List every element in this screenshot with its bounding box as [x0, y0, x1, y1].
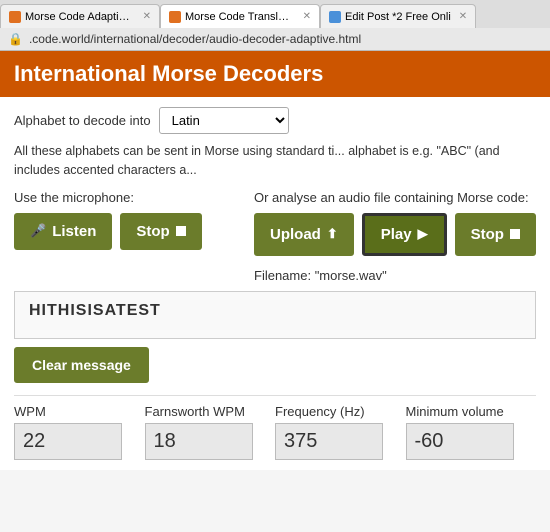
info-text: All these alphabets can be sent in Morse…: [14, 142, 536, 180]
tab-3[interactable]: Edit Post *2 Free Onli ✕: [320, 4, 476, 28]
upload-icon: ⬆: [327, 226, 338, 242]
page-header: International Morse Decoders: [0, 51, 550, 97]
tab-2-label: Morse Code Translator | Morse C: [185, 11, 295, 23]
farnsworth-value: 18: [145, 423, 253, 460]
tab-1-close[interactable]: ✕: [143, 11, 151, 22]
clear-message-button[interactable]: Clear message: [14, 347, 149, 383]
play-icon: ▶: [418, 226, 428, 242]
tab-3-close[interactable]: ✕: [459, 11, 467, 22]
play-button[interactable]: Play ▶: [362, 213, 447, 256]
decoded-message-box: HITHISISATEST: [14, 291, 536, 339]
two-column-layout: Use the microphone: 🎤 Listen Stop Or ana…: [14, 190, 536, 283]
audio-stop-square-icon: [510, 229, 520, 239]
min-volume-value: -60: [406, 423, 514, 460]
upload-button[interactable]: Upload ⬆: [254, 213, 354, 256]
frequency-label: Frequency (Hz): [275, 404, 396, 419]
address-bar: 🔒 .code.world/international/decoder/audi…: [0, 28, 550, 51]
tab-3-favicon: [329, 11, 341, 23]
mic-stop-label: Stop: [136, 223, 169, 240]
metric-frequency: Frequency (Hz) 375: [275, 404, 406, 460]
upload-label: Upload: [270, 226, 321, 243]
tab-2[interactable]: Morse Code Translator | Morse C ✕: [160, 4, 320, 28]
min-volume-label: Minimum volume: [406, 404, 527, 419]
audio-file-label: Or analyse an audio file containing Mors…: [254, 190, 536, 205]
listen-label: Listen: [52, 223, 96, 240]
tab-1-label: Morse Code Adaptive Audio: [25, 11, 135, 23]
decoded-text: HITHISISATEST: [29, 302, 161, 319]
audio-file-section: Or analyse an audio file containing Mors…: [254, 190, 536, 283]
audio-stop-button[interactable]: Stop: [455, 213, 536, 256]
listen-button[interactable]: 🎤 Listen: [14, 213, 112, 250]
lock-icon: 🔒: [8, 32, 23, 46]
mic-stop-button[interactable]: Stop: [120, 213, 201, 250]
browser-tabs: Morse Code Adaptive Audio ✕ Morse Code T…: [0, 0, 550, 28]
metric-min-volume: Minimum volume -60: [406, 404, 537, 460]
farnsworth-label: Farnsworth WPM: [145, 404, 266, 419]
audio-stop-label: Stop: [471, 226, 504, 243]
tab-1-favicon: [9, 11, 21, 23]
page-title: International Morse Decoders: [14, 61, 323, 86]
audio-buttons: Upload ⬆ Play ▶ Stop: [254, 213, 536, 256]
address-text: .code.world/international/decoder/audio-…: [29, 32, 361, 46]
microphone-icon: 🎤: [30, 223, 46, 239]
tab-3-label: Edit Post *2 Free Onli: [345, 11, 451, 23]
metrics-row: WPM 22 Farnsworth WPM 18 Frequency (Hz) …: [14, 395, 536, 460]
tab-2-close[interactable]: ✕: [303, 11, 311, 22]
main-content: Alphabet to decode into Latin Cyrillic G…: [0, 97, 550, 470]
microphone-section: Use the microphone: 🎤 Listen Stop: [14, 190, 234, 283]
microphone-label: Use the microphone:: [14, 190, 234, 205]
microphone-buttons: 🎤 Listen Stop: [14, 213, 234, 250]
tab-2-favicon: [169, 11, 181, 23]
frequency-value: 375: [275, 423, 383, 460]
tab-1[interactable]: Morse Code Adaptive Audio ✕: [0, 4, 160, 28]
clear-button-label: Clear message: [32, 357, 131, 373]
filename-display: Filename: "morse.wav": [254, 268, 536, 283]
alphabet-label: Alphabet to decode into: [14, 113, 151, 128]
alphabet-row: Alphabet to decode into Latin Cyrillic G…: [14, 107, 536, 134]
metric-wpm: WPM 22: [14, 404, 145, 460]
wpm-label: WPM: [14, 404, 135, 419]
wpm-value: 22: [14, 423, 122, 460]
alphabet-select[interactable]: Latin Cyrillic Greek Hebrew Arabic Japan…: [159, 107, 289, 134]
stop-square-icon: [176, 226, 186, 236]
play-label: Play: [381, 226, 412, 243]
metric-farnsworth: Farnsworth WPM 18: [145, 404, 276, 460]
